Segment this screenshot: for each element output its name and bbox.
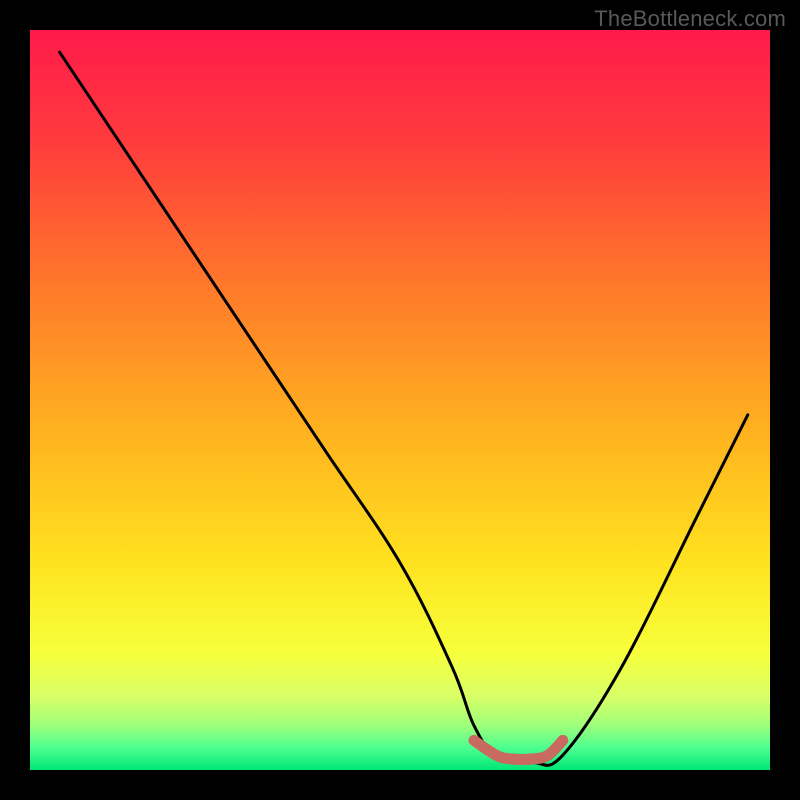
bottleneck-chart: TheBottleneck.com — [0, 0, 800, 800]
watermark-text: TheBottleneck.com — [594, 6, 786, 32]
chart-svg — [0, 0, 800, 800]
plot-background — [30, 30, 770, 770]
